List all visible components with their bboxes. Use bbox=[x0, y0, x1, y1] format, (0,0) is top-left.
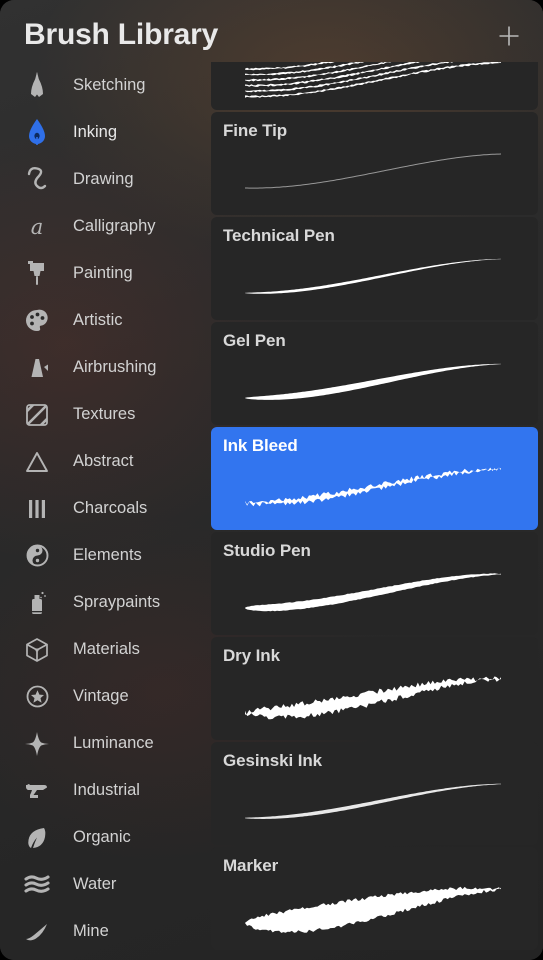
sidebar-item-inking[interactable]: Inking bbox=[0, 109, 211, 156]
sidebar-item-label: Textures bbox=[73, 405, 136, 423]
palette-icon bbox=[20, 304, 54, 338]
sidebar-item-water[interactable]: Water bbox=[0, 861, 211, 908]
plus-icon bbox=[499, 26, 519, 46]
spray-can-icon bbox=[20, 586, 54, 620]
sidebar-item-label: Sketching bbox=[73, 76, 146, 94]
brush-card[interactable]: Ink Bleed bbox=[211, 427, 538, 530]
brush-name: Marker bbox=[223, 856, 279, 875]
swoosh-icon bbox=[20, 915, 54, 949]
brush-card[interactable]: Studio Pen bbox=[211, 532, 538, 635]
sidebar-item-label: Calligraphy bbox=[73, 217, 156, 235]
pencil-tip-icon bbox=[20, 69, 54, 103]
sidebar-item-painting[interactable]: Painting bbox=[0, 250, 211, 297]
star-circle-icon bbox=[20, 680, 54, 714]
sidebar-item-label: Luminance bbox=[73, 734, 154, 752]
sidebar-item-luminance[interactable]: Luminance bbox=[0, 720, 211, 767]
category-sidebar[interactable]: Sketching Inking Drawing a Calligraphy Painti… bbox=[0, 62, 211, 960]
brush-card[interactable]: Marker bbox=[211, 847, 538, 950]
sidebar-item-label: Materials bbox=[73, 640, 140, 658]
brush-name: Fine Tip bbox=[223, 121, 288, 140]
sidebar-item-artistic[interactable]: Artistic bbox=[0, 297, 211, 344]
sparkle-icon bbox=[20, 727, 54, 761]
add-brush-button[interactable] bbox=[493, 20, 525, 52]
sidebar-item-label: Painting bbox=[73, 264, 133, 282]
brush-library-panel: Brush Library Sketching Inking Drawing a Cal… bbox=[0, 0, 543, 960]
svg-text:a: a bbox=[31, 215, 44, 239]
yin-yang-icon bbox=[20, 539, 54, 573]
brush-card[interactable]: Dry Ink bbox=[211, 637, 538, 740]
sidebar-item-label: Airbrushing bbox=[73, 358, 157, 376]
brush-card[interactable]: Gesinski Ink bbox=[211, 742, 538, 845]
sidebar-item-calligraphy[interactable]: a Calligraphy bbox=[0, 203, 211, 250]
sidebar-item-mine[interactable]: Mine bbox=[0, 908, 211, 955]
brush-card[interactable]: Fine Tip bbox=[211, 112, 538, 215]
anvil-icon bbox=[20, 774, 54, 808]
brush-card[interactable]: Technical Pen bbox=[211, 217, 538, 320]
brush-name: Studio Pen bbox=[223, 541, 311, 560]
leaf-icon bbox=[20, 821, 54, 855]
waves-icon bbox=[20, 868, 54, 902]
sidebar-item-label: Industrial bbox=[73, 781, 140, 799]
sidebar-item-label: Inking bbox=[73, 123, 118, 141]
sidebar-item-airbrushing[interactable]: Airbrushing bbox=[0, 344, 211, 391]
sidebar-item-label: Mine bbox=[73, 922, 109, 940]
brush-card[interactable] bbox=[211, 62, 538, 110]
brush-name: Gel Pen bbox=[223, 331, 286, 350]
sidebar-item-label: Spraypaints bbox=[73, 593, 161, 611]
sidebar-item-materials[interactable]: Materials bbox=[0, 626, 211, 673]
sidebar-item-vintage[interactable]: Vintage bbox=[0, 673, 211, 720]
sidebar-item-label: Charcoals bbox=[73, 499, 148, 517]
sidebar-item-label: Abstract bbox=[73, 452, 134, 470]
sidebar-item-sketching[interactable]: Sketching bbox=[0, 62, 211, 109]
triangle-icon bbox=[20, 445, 54, 479]
hatched-square-icon bbox=[20, 398, 54, 432]
brush-stroke-preview bbox=[211, 62, 538, 110]
sidebar-item-label: Organic bbox=[73, 828, 131, 846]
panel-header: Brush Library bbox=[0, 0, 543, 68]
sidebar-item-label: Elements bbox=[73, 546, 142, 564]
sidebar-item-spraypaints[interactable]: Spraypaints bbox=[0, 579, 211, 626]
airbrush-icon bbox=[20, 351, 54, 385]
brush-name: Ink Bleed bbox=[223, 436, 298, 455]
sidebar-item-label: Artistic bbox=[73, 311, 123, 329]
sidebar-item-textures[interactable]: Textures bbox=[0, 391, 211, 438]
script-a-icon: a bbox=[20, 210, 54, 244]
brush-card[interactable]: Gel Pen bbox=[211, 322, 538, 425]
brush-name: Gesinski Ink bbox=[223, 751, 322, 770]
sidebar-item-label: Vintage bbox=[73, 687, 129, 705]
sidebar-item-label: Water bbox=[73, 875, 117, 893]
cube-icon bbox=[20, 633, 54, 667]
squiggle-icon bbox=[20, 163, 54, 197]
sidebar-item-label: Drawing bbox=[73, 170, 134, 188]
sidebar-item-abstract[interactable]: Abstract bbox=[0, 438, 211, 485]
pen-nib-icon bbox=[20, 116, 54, 150]
sidebar-item-charcoals[interactable]: Charcoals bbox=[0, 485, 211, 532]
sidebar-item-drawing[interactable]: Drawing bbox=[0, 156, 211, 203]
page-title: Brush Library bbox=[24, 18, 219, 51]
brush-name: Technical Pen bbox=[223, 226, 335, 245]
brush-list[interactable]: Fine Tip Technical Pen Gel Pen Ink Bleed Stu… bbox=[211, 62, 543, 960]
brush-name: Dry Ink bbox=[223, 646, 280, 665]
paint-brush-icon bbox=[20, 257, 54, 291]
sidebar-item-organic[interactable]: Organic bbox=[0, 814, 211, 861]
sidebar-item-elements[interactable]: Elements bbox=[0, 532, 211, 579]
three-bars-icon bbox=[20, 492, 54, 526]
sidebar-item-industrial[interactable]: Industrial bbox=[0, 767, 211, 814]
